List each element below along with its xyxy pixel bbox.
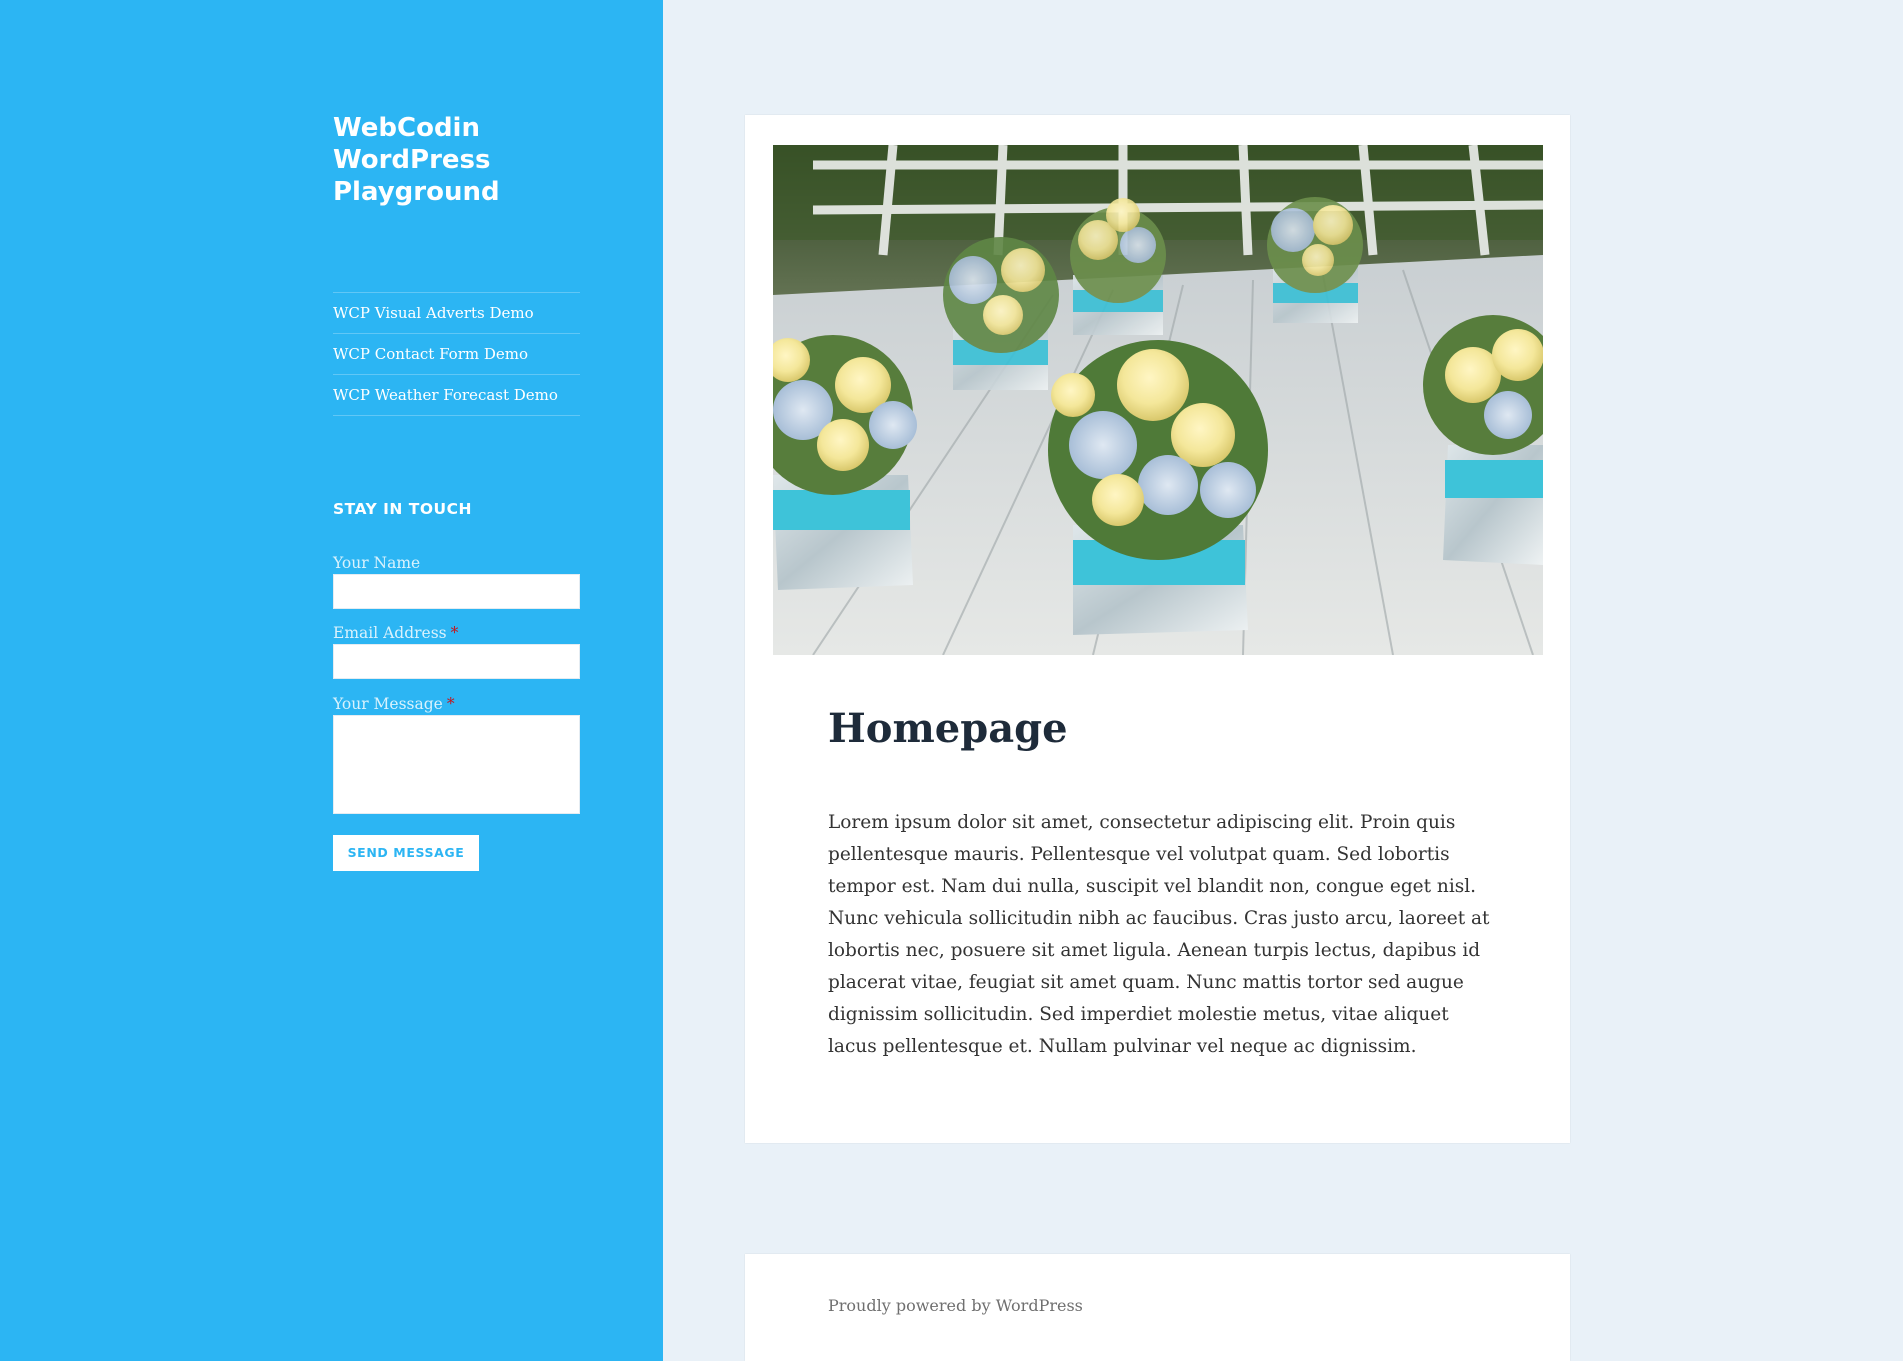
message-required-marker: *	[446, 695, 455, 713]
sidebar: WebCodin WordPress Playground WCP Visual…	[0, 0, 663, 1361]
email-label: Email Address *	[333, 624, 458, 642]
site-title[interactable]: WebCodin WordPress Playground	[333, 112, 583, 208]
name-label-text: Your Name	[333, 554, 421, 572]
nav-item-contact-form-demo[interactable]: WCP Contact Form Demo	[333, 334, 580, 375]
site-footer: Proudly powered by WordPress	[745, 1254, 1570, 1361]
message-label-text: Your Message	[333, 695, 443, 713]
message-label: Your Message *	[333, 695, 455, 713]
email-input[interactable]	[333, 644, 580, 679]
article-body: Lorem ipsum dolor sit amet, consectetur …	[828, 812, 1490, 1057]
site-title-line-3[interactable]: Playground	[333, 177, 500, 207]
flower-arrangements-illustration	[773, 145, 1543, 655]
site-title-line-1[interactable]: WebCodin	[333, 113, 480, 143]
vase-left	[773, 335, 917, 590]
article-card: Homepage Lorem ipsum dolor sit amet, con…	[745, 115, 1570, 1143]
email-label-text: Email Address	[333, 624, 447, 642]
powered-by-link[interactable]: Proudly powered by WordPress	[828, 1296, 1083, 1315]
nav-item-weather-forecast-demo[interactable]: WCP Weather Forecast Demo	[333, 375, 580, 416]
site-title-line-2[interactable]: WordPress	[333, 145, 491, 175]
email-required-marker: *	[450, 624, 459, 642]
name-label: Your Name	[333, 554, 420, 572]
message-textarea[interactable]	[333, 715, 580, 814]
featured-image-flowers	[773, 145, 1543, 655]
contact-widget-title: Stay in Touch	[333, 500, 472, 518]
page-title: Homepage	[828, 705, 1068, 752]
name-input[interactable]	[333, 574, 580, 609]
send-message-button[interactable]: Send Message	[333, 835, 479, 871]
nav-item-visual-adverts-demo[interactable]: WCP Visual Adverts Demo	[333, 293, 580, 334]
main-navigation: WCP Visual Adverts Demo WCP Contact Form…	[333, 292, 580, 416]
vase-front-center	[1048, 340, 1268, 635]
